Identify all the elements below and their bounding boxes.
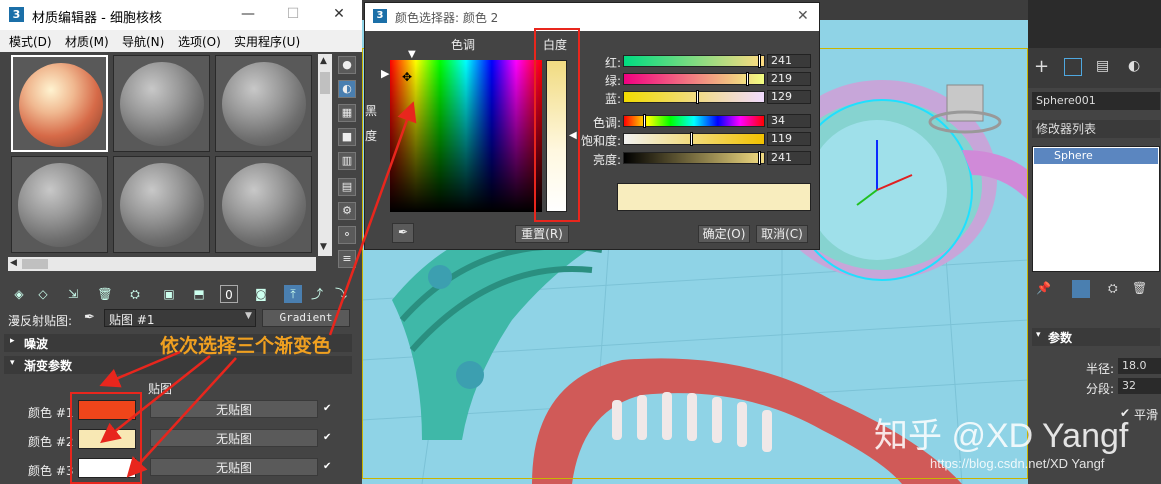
arrow-to-color-box: [328, 101, 417, 336]
watermark-text: 知乎 @XD Yangf: [874, 417, 1129, 455]
arrow-to-color-2: [100, 355, 211, 444]
arrow-to-color-3: [126, 357, 237, 478]
arrow-to-color-1: [99, 350, 181, 388]
watermark-url: https://blog.csdn.net/XD Yangf: [930, 456, 1105, 471]
